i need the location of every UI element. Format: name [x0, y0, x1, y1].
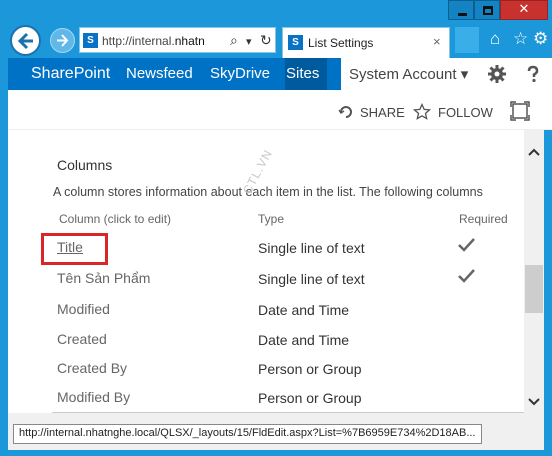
column-type: Date and Time [258, 302, 350, 318]
vertical-scrollbar[interactable] [524, 130, 544, 413]
address-url[interactable]: http://internal.nhatn [102, 34, 228, 48]
scroll-up-arrow-icon[interactable] [528, 148, 540, 156]
column-header-type: Type [258, 212, 285, 226]
focus-on-content-icon[interactable] [510, 101, 530, 121]
window-bottom-edge [0, 450, 552, 456]
search-icon[interactable]: ⌕ [230, 32, 238, 49]
status-url-tooltip: http://internal.nhatnghe.local/QLSX/_lay… [13, 424, 482, 444]
close-window-button[interactable]: ✕ [500, 0, 548, 20]
columns-description: A column stores information about each i… [53, 185, 483, 199]
arrow-right-icon [57, 34, 69, 47]
settings-gear-icon[interactable] [487, 64, 507, 84]
column-link-modified-by[interactable]: Modified By [57, 389, 130, 405]
account-name: System Account ▾ [349, 66, 469, 83]
scrollbar-thumb[interactable] [525, 265, 543, 313]
back-button[interactable] [10, 25, 41, 56]
column-type: Person or Group [258, 390, 362, 406]
column-type: Date and Time [258, 332, 350, 348]
tools-gear-icon[interactable]: ⚙ [533, 29, 548, 49]
nav-newsfeed[interactable]: Newsfeed [126, 65, 193, 82]
tab-title: List Settings [308, 36, 374, 50]
settings-area [475, 58, 552, 90]
sharepoint-brand[interactable]: SharePoint [31, 65, 110, 83]
required-check-icon [458, 238, 475, 252]
column-header-name: Column (click to edit) [59, 212, 172, 226]
forward-button[interactable] [50, 28, 75, 53]
home-icon[interactable]: ⌂ [490, 29, 500, 49]
column-type: Single line of text [258, 271, 365, 287]
sharepoint-favicon-icon: S [288, 35, 303, 50]
sharepoint-favicon-icon: S [83, 33, 98, 48]
refresh-icon[interactable]: ↻ [260, 32, 272, 49]
close-icon: ✕ [518, 2, 530, 17]
address-bar[interactable]: S http://internal.nhatn ⌕ ▾ ↻ [79, 27, 276, 53]
required-check-icon [458, 269, 475, 283]
share-button[interactable]: SHARE [360, 105, 405, 120]
browser-toolbar: S http://internal.nhatn ⌕ ▾ ↻ S List Set… [0, 22, 552, 58]
column-link-modified[interactable]: Modified [57, 301, 110, 317]
nav-skydrive[interactable]: SkyDrive [210, 65, 270, 82]
list-settings-content: Columns A column stores information abou… [8, 130, 524, 413]
favorites-star-icon[interactable]: ☆ [513, 29, 528, 49]
maximize-icon [483, 6, 493, 15]
maximize-button[interactable] [474, 0, 500, 20]
tab-list-settings[interactable]: S List Settings × [282, 27, 450, 58]
help-question-icon[interactable] [524, 65, 542, 83]
sharepoint-suite-bar: SharePoint Newsfeed SkyDrive Sites Syste… [8, 58, 552, 90]
column-link-created-by[interactable]: Created By [57, 360, 127, 376]
window-left-edge [0, 58, 8, 456]
follow-button[interactable]: FOLLOW [438, 105, 493, 120]
column-type: Person or Group [258, 361, 362, 377]
share-icon [338, 106, 352, 118]
nav-sites[interactable]: Sites [286, 65, 319, 82]
dropdown-icon[interactable]: ▾ [246, 35, 252, 48]
highlight-box [41, 233, 108, 265]
column-link-ten-san-pham[interactable]: Tên Sản Phẩm [57, 270, 150, 286]
arrow-left-icon [17, 32, 33, 50]
tab-close-icon[interactable]: × [433, 34, 441, 49]
new-tab-button[interactable] [455, 27, 479, 53]
column-type: Single line of text [258, 240, 365, 256]
minimize-icon [458, 13, 467, 16]
page-ribbon: SHARE FOLLOW [8, 90, 552, 130]
follow-star-icon [413, 103, 431, 120]
account-menu[interactable]: System Account ▾ [341, 58, 475, 90]
scroll-down-arrow-icon[interactable] [528, 398, 540, 406]
column-header-required: Required [459, 212, 508, 226]
column-link-created[interactable]: Created [57, 331, 107, 347]
minimize-button[interactable] [448, 0, 474, 20]
columns-heading: Columns [57, 157, 113, 173]
